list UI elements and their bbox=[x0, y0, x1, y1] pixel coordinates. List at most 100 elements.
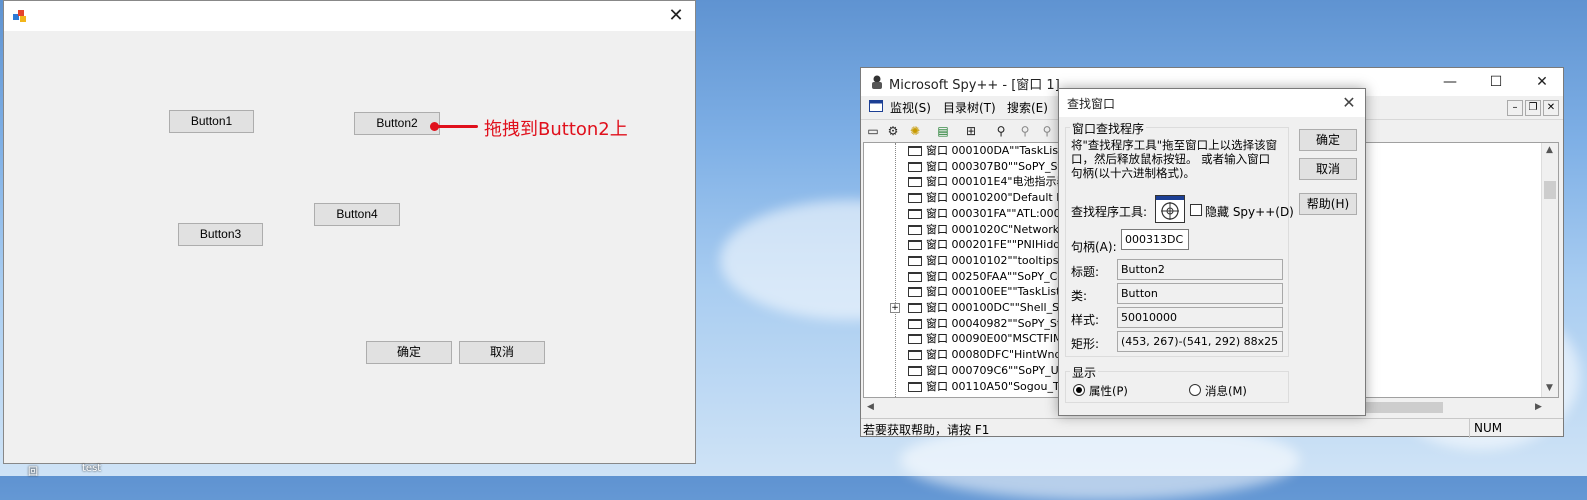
tree-row-label: 窗口 00010102""tooltips_cla bbox=[926, 253, 1080, 267]
ok-button[interactable]: 确定 bbox=[1299, 129, 1357, 151]
find-window-dialog: 查找窗口 ✕ 窗口查找程序 将"查找程序工具"拖至窗口上以选择该窗 口，然后释放… bbox=[1058, 88, 1366, 416]
tree-row-label: 窗口 000100DC""Shell_Seco bbox=[926, 301, 1079, 314]
hide-spy-checkbox[interactable] bbox=[1190, 204, 1202, 216]
tree-row-label: 窗口 0001020C"Network Fly bbox=[926, 222, 1079, 236]
menu-monitor[interactable]: 监视(S) bbox=[890, 99, 931, 116]
maximize-icon[interactable]: ☐ bbox=[1485, 72, 1507, 92]
dialog-title: 查找窗口 bbox=[1067, 97, 1116, 111]
status-text: 若要获取帮助，请按 F1 bbox=[863, 423, 990, 437]
status-bar: 若要获取帮助，请按 F1 NUM bbox=[861, 418, 1563, 438]
window-icon bbox=[908, 287, 922, 298]
spy-title: Microsoft Spy++ - [窗口 1] bbox=[889, 78, 1060, 93]
dialog-titlebar[interactable]: 查找窗口 ✕ bbox=[1059, 89, 1365, 117]
rect-label: 矩形: bbox=[1071, 337, 1100, 351]
mdi-child-icon bbox=[869, 100, 883, 112]
close-icon[interactable]: ✕ bbox=[1339, 93, 1359, 113]
find-prev-icon[interactable]: ⚲ bbox=[1039, 123, 1055, 139]
tree-guide-line bbox=[895, 143, 896, 397]
find-window-icon[interactable]: ⊞ bbox=[963, 123, 979, 139]
mdi-minimize-icon[interactable]: – bbox=[1507, 100, 1523, 116]
messages-radio[interactable] bbox=[1189, 384, 1201, 396]
find-icon[interactable]: ⚲ bbox=[993, 123, 1009, 139]
scroll-down-icon[interactable]: ▼ bbox=[1546, 383, 1553, 393]
test-app-window: ✕ Button1 Button2 Button3 Button4 确定 取消 … bbox=[3, 0, 696, 464]
mdi-controls: – ❐ ✕ bbox=[1505, 99, 1559, 116]
tree-row-label: 窗口 00250FAA""SoPY_Com bbox=[926, 269, 1075, 283]
tree-row-label: 窗口 000100DA""TaskListTh bbox=[926, 144, 1077, 157]
tree-row-label: 窗口 00110A50"Sogou_TSF bbox=[926, 379, 1073, 393]
show-group-label: 显示 bbox=[1070, 364, 1099, 381]
cancel-button[interactable]: 取消 bbox=[459, 341, 545, 364]
tree-row-label: 窗口 000101E4"电池指示器 bbox=[926, 175, 1068, 189]
tree-row-label: 窗口 00080DFC"HintWnd"Sc bbox=[926, 348, 1080, 362]
class-field: Button bbox=[1117, 283, 1283, 304]
tree-row-label: 窗口 000307B0""SoPY_Stat bbox=[926, 159, 1073, 173]
window-icon bbox=[908, 161, 922, 172]
window-icon bbox=[908, 146, 922, 156]
taskbar-fragment: 回 test bbox=[0, 463, 120, 478]
tree-row-label: 窗口 000301FA""ATL:00007 bbox=[926, 206, 1075, 220]
vertical-scrollbar[interactable]: ▲ ▼ bbox=[1541, 143, 1558, 397]
window-icon bbox=[908, 381, 922, 392]
caption-field: Button2 bbox=[1117, 259, 1283, 280]
window-icon bbox=[908, 334, 922, 345]
window-icon bbox=[908, 224, 922, 235]
finder-tool-icon[interactable] bbox=[1155, 195, 1185, 223]
vertical-scroll-thumb[interactable] bbox=[1544, 181, 1556, 199]
windows-icon[interactable]: ▭ bbox=[865, 123, 881, 139]
scroll-up-icon[interactable]: ▲ bbox=[1546, 145, 1553, 155]
threads-icon[interactable]: ✺ bbox=[907, 123, 923, 139]
caption-label: 标题: bbox=[1071, 265, 1100, 279]
help-button[interactable]: 帮助(H) bbox=[1299, 193, 1357, 215]
window-icon bbox=[908, 365, 922, 376]
messages-icon[interactable]: ▤ bbox=[935, 123, 951, 139]
menu-tree[interactable]: 目录树(T) bbox=[943, 99, 996, 116]
drag-arrow-line bbox=[434, 125, 478, 128]
window-icon bbox=[908, 350, 922, 361]
find-next-icon[interactable]: ⚲ bbox=[1017, 123, 1033, 139]
rect-field: (453, 267)-(541, 292) 88x25 bbox=[1117, 331, 1283, 352]
window-icon bbox=[908, 240, 922, 251]
scroll-right-icon[interactable]: ▶ bbox=[1535, 402, 1542, 412]
expand-icon[interactable]: + bbox=[890, 303, 900, 313]
button3[interactable]: Button3 bbox=[178, 223, 263, 246]
app-icon bbox=[13, 10, 26, 22]
window-icon bbox=[908, 193, 922, 204]
properties-radio[interactable] bbox=[1073, 384, 1085, 396]
ok-button[interactable]: 确定 bbox=[366, 341, 452, 364]
spy-icon bbox=[872, 75, 882, 89]
button4[interactable]: Button4 bbox=[314, 203, 400, 226]
window-icon bbox=[908, 208, 922, 219]
minimize-icon[interactable]: — bbox=[1439, 72, 1461, 92]
tree-row-label: 窗口 00010200"Default IME bbox=[926, 191, 1076, 205]
mdi-close-icon[interactable]: ✕ bbox=[1543, 100, 1559, 116]
tree-row-label: 窗口 000709C6""SoPY_UI bbox=[926, 363, 1062, 377]
finder-tool-label: 查找程序工具: bbox=[1071, 205, 1148, 219]
finder-group-label: 窗口查找程序 bbox=[1070, 120, 1147, 137]
cancel-button[interactable]: 取消 bbox=[1299, 158, 1357, 180]
app-titlebar[interactable]: ✕ bbox=[4, 1, 695, 31]
button2[interactable]: Button2 bbox=[354, 112, 440, 135]
scroll-left-icon[interactable]: ◀ bbox=[867, 402, 874, 412]
window-icon bbox=[908, 177, 922, 188]
close-icon[interactable]: ✕ bbox=[665, 5, 687, 27]
tree-row-label: 窗口 00090E00"MSCTFIME bbox=[926, 332, 1070, 346]
handle-input[interactable]: 000313DC bbox=[1121, 229, 1189, 250]
button1[interactable]: Button1 bbox=[169, 110, 254, 133]
messages-radio-label: 消息(M) bbox=[1205, 384, 1247, 398]
taskbar-item[interactable]: test bbox=[82, 463, 101, 474]
mdi-restore-icon[interactable]: ❐ bbox=[1525, 100, 1541, 116]
drag-annotation: 拖拽到Button2上 bbox=[484, 119, 628, 140]
properties-radio-label: 属性(P) bbox=[1089, 384, 1128, 398]
menu-search[interactable]: 搜索(E) bbox=[1007, 99, 1048, 116]
num-lock-indicator: NUM bbox=[1469, 419, 1539, 438]
window-icon bbox=[908, 303, 922, 313]
hide-spy-label: 隐藏 Spy++(D) bbox=[1205, 205, 1294, 219]
tree-row-label: 窗口 000201FE""PNIHidden bbox=[926, 238, 1075, 252]
processes-icon[interactable]: ⚙ bbox=[885, 123, 901, 139]
window-icon bbox=[908, 318, 922, 329]
close-icon[interactable]: ✕ bbox=[1531, 72, 1553, 92]
window-icon bbox=[908, 271, 922, 282]
tree-row-label: 窗口 000100EE""TaskListTh bbox=[926, 285, 1075, 299]
tree-row-label: 窗口 00040982""SoPY_Statu bbox=[926, 316, 1080, 330]
